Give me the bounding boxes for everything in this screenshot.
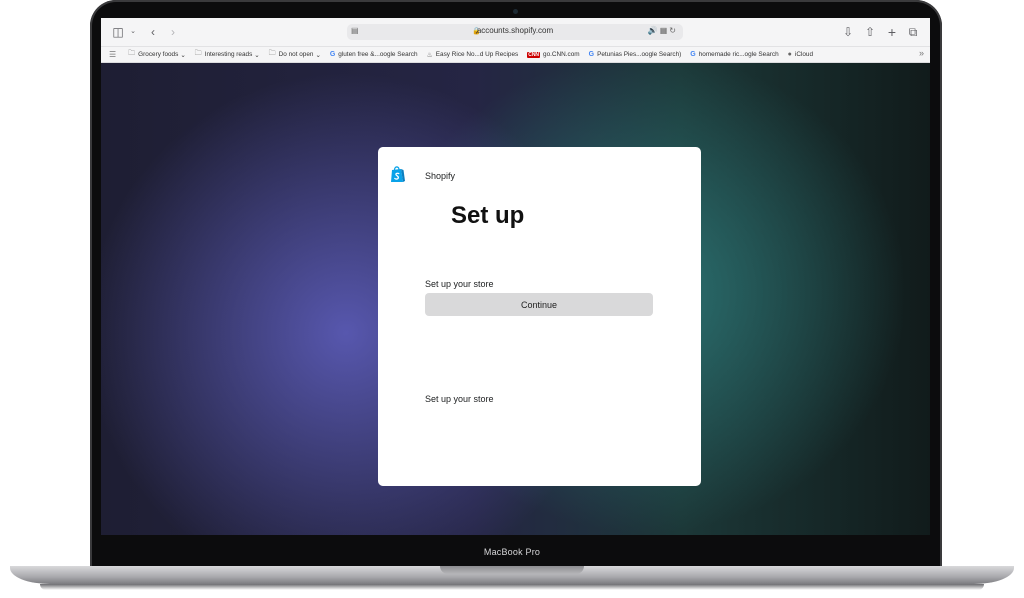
bookmark-label: Petunias Pies...oogle Search) bbox=[597, 51, 682, 58]
bookmark-petunias-pies[interactable]: G Petunias Pies...oogle Search) bbox=[589, 51, 682, 58]
tab-overview-icon[interactable]: ⧉ bbox=[906, 24, 920, 40]
bookmark-label: Grocery foods bbox=[138, 51, 179, 58]
bookmark-icloud[interactable]: ● iCloud bbox=[788, 51, 813, 58]
bookmark-homemade-rice[interactable]: Ghomemade ric...ogle Search bbox=[690, 51, 778, 58]
url-text[interactable]: accounts.shopify.com bbox=[347, 26, 683, 35]
menu-icon[interactable]: ☰ bbox=[109, 50, 116, 59]
bookmark-label: homemade ric...ogle Search bbox=[698, 51, 779, 58]
address-bar[interactable]: ▤ 🔒 accounts.shopify.com 🔊▦↻ bbox=[347, 24, 683, 40]
folder-icon: 🗀 bbox=[128, 50, 136, 57]
google-icon: G bbox=[588, 51, 595, 58]
bookmark-easy-rice[interactable]: ♨ Easy Rice No...d Up Recipes bbox=[427, 51, 519, 59]
bookmarks-bar: ☰ 🗀 Grocery foods ⌄ 🗀 Interesting reads ⌄ 🗀 D… bbox=[101, 47, 930, 63]
new-tab-icon[interactable]: + bbox=[885, 24, 899, 40]
shopify-logo-icon bbox=[391, 166, 405, 182]
google-icon: G bbox=[690, 51, 696, 58]
translate-icon[interactable]: ▦ bbox=[660, 26, 670, 35]
bookmark-cnn[interactable]: CNN go.CNN.com bbox=[527, 51, 580, 58]
bookmark-label: gluten free &...oogle Search bbox=[338, 51, 418, 58]
setup-store-label-secondary: Set up your store bbox=[425, 394, 494, 404]
bookmark-label: Do not open bbox=[278, 51, 314, 58]
reload-icon[interactable]: ↻ bbox=[669, 26, 678, 35]
brand-name: Shopify bbox=[425, 171, 456, 181]
sidebar-toggle-icon[interactable]: ◫ bbox=[111, 24, 125, 40]
bookmark-label: Interesting reads bbox=[204, 51, 253, 58]
address-actions: 🔊▦↻ bbox=[648, 26, 678, 35]
chevron-down-icon[interactable]: ⌄ bbox=[129, 24, 137, 40]
google-icon: G bbox=[329, 51, 336, 58]
device-label: MacBook Pro bbox=[483, 547, 541, 557]
share-icon[interactable]: ⇧ bbox=[863, 24, 877, 40]
apple-icon: ● bbox=[787, 51, 792, 58]
bookmark-do-not-open[interactable]: 🗀 Do not open ⌄ bbox=[269, 49, 321, 60]
folder-icon: 🗀 bbox=[194, 50, 202, 57]
back-icon[interactable]: ‹ bbox=[147, 24, 159, 40]
camera-icon bbox=[513, 9, 518, 14]
setup-card: Shopify Set up Set up your store Continu… bbox=[378, 147, 701, 486]
page-background: Shopify Set up Set up your store Continu… bbox=[101, 63, 930, 535]
bookmark-interesting-reads[interactable]: 🗀 Interesting reads ⌄ bbox=[195, 49, 260, 60]
bookmark-label: Easy Rice No...d Up Recipes bbox=[435, 51, 519, 58]
bookmark-gluten-free[interactable]: Ggluten free &...oogle Search bbox=[330, 51, 418, 58]
chevron-down-icon: ⌄ bbox=[254, 51, 260, 59]
continue-button[interactable]: Continue bbox=[425, 293, 653, 316]
cnn-icon: CNN bbox=[527, 51, 541, 58]
setup-store-label: Set up your store bbox=[425, 279, 494, 289]
bookmark-grocery-foods[interactable]: 🗀 Grocery foods ⌄ bbox=[128, 49, 186, 60]
bookmark-label: iCloud bbox=[794, 51, 814, 58]
recipe-icon: ♨ bbox=[426, 51, 433, 59]
laptop-notch bbox=[440, 566, 584, 574]
bookmark-label: go.CNN.com bbox=[543, 51, 580, 58]
forward-icon[interactable]: › bbox=[167, 24, 179, 40]
more-bookmarks-icon[interactable]: » bbox=[919, 48, 924, 58]
speaker-icon[interactable]: 🔊 bbox=[648, 26, 660, 35]
folder-icon: 🗀 bbox=[268, 50, 276, 57]
laptop-screen: ◫ ⌄ ‹ › ▤ 🔒 accounts.shopify.com 🔊▦↻ ⇩ ⇧… bbox=[101, 18, 930, 535]
laptop-base-shadow bbox=[40, 584, 984, 590]
chevron-down-icon: ⌄ bbox=[180, 51, 186, 59]
chevron-down-icon: ⌄ bbox=[315, 51, 321, 59]
downloads-icon[interactable]: ⇩ bbox=[841, 24, 855, 40]
browser-toolbar: ◫ ⌄ ‹ › ▤ 🔒 accounts.shopify.com 🔊▦↻ ⇩ ⇧… bbox=[101, 18, 930, 47]
page-title: Set up bbox=[451, 202, 525, 229]
